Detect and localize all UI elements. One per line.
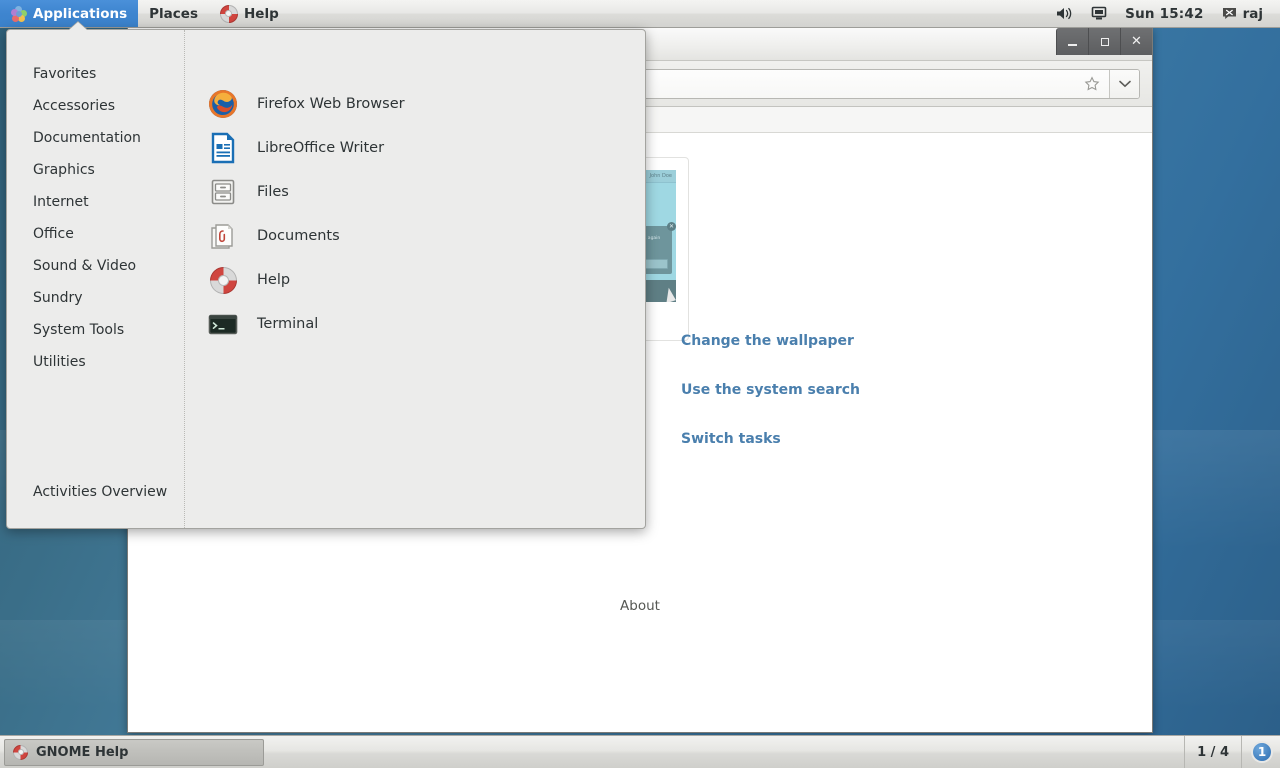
firefox-icon — [207, 88, 239, 120]
workspace-indicator[interactable]: 1 / 4 — [1184, 736, 1242, 768]
category-utilities[interactable]: Utilities — [7, 346, 184, 378]
files-cabinet-icon — [207, 176, 239, 208]
taskbar-item-gnome-help[interactable]: GNOME Help — [4, 739, 264, 766]
window-controls[interactable]: ✕ — [1056, 28, 1152, 55]
user-name: raj — [1243, 6, 1263, 22]
app-item-files[interactable]: Files — [195, 170, 645, 214]
app-item-firefox[interactable]: Firefox Web Browser — [195, 82, 645, 126]
bottom-taskbar[interactable]: GNOME Help 1 / 4 1 — [0, 735, 1280, 768]
close-icon: ✕ — [667, 222, 676, 231]
app-item-terminal[interactable]: Terminal — [195, 302, 645, 346]
app-item-label: Help — [257, 272, 290, 288]
life-ring-icon — [13, 745, 28, 760]
app-item-label: Firefox Web Browser — [257, 96, 405, 112]
speaker-icon — [1056, 6, 1073, 21]
user-menu[interactable]: raj — [1213, 0, 1272, 27]
category-internet[interactable]: Internet — [7, 186, 184, 218]
app-item-label: Files — [257, 184, 289, 200]
category-graphics[interactable]: Graphics — [7, 154, 184, 186]
app-item-libreoffice-writer[interactable]: LibreOffice Writer — [195, 126, 645, 170]
taskbar-right-area: 1 / 4 1 — [1184, 736, 1280, 768]
activities-overview-item[interactable]: Activities Overview — [7, 476, 184, 528]
maximize-button[interactable] — [1088, 28, 1120, 55]
gnome-foot-icon — [11, 6, 27, 22]
top-panel[interactable]: Applications Places Help — [0, 0, 1280, 28]
menu-applications-label: Applications — [33, 6, 127, 22]
app-item-label: Terminal — [257, 316, 318, 332]
category-system-tools[interactable]: System Tools — [7, 314, 184, 346]
life-ring-icon — [207, 264, 239, 296]
category-office[interactable]: Office — [7, 218, 184, 250]
panel-tray[interactable]: Sun 15:42 raj — [1047, 0, 1280, 27]
app-item-label: LibreOffice Writer — [257, 140, 384, 156]
category-accessories[interactable]: Accessories — [7, 90, 184, 122]
category-favorites[interactable]: Favorites — [7, 58, 184, 90]
category-sundry[interactable]: Sundry — [7, 282, 184, 314]
chevron-down-icon[interactable] — [1109, 70, 1139, 98]
star-icon[interactable] — [1075, 70, 1109, 98]
network-indicator[interactable] — [1082, 0, 1116, 27]
libreoffice-writer-icon — [207, 132, 239, 164]
minimize-button[interactable] — [1056, 28, 1088, 55]
category-sound-and-video[interactable]: Sound & Video — [7, 250, 184, 282]
documents-icon — [207, 220, 239, 252]
close-button[interactable]: ✕ — [1120, 28, 1152, 55]
taskbar-item-label: GNOME Help — [36, 745, 128, 760]
message-icon — [1222, 7, 1237, 20]
life-ring-icon — [220, 5, 238, 23]
link-switch-tasks[interactable]: Switch tasks — [681, 431, 949, 447]
menu-help-label: Help — [244, 6, 279, 22]
link-use-the-system-search[interactable]: Use the system search — [681, 382, 949, 398]
link-change-the-wallpaper[interactable]: Change the wallpaper — [681, 333, 949, 349]
applications-item-list[interactable]: Firefox Web Browser LibreOffice Writer — [185, 30, 645, 528]
category-documentation[interactable]: Documentation — [7, 122, 184, 154]
menu-places[interactable]: Places — [138, 0, 209, 27]
workspace-badge[interactable]: 1 — [1251, 741, 1273, 763]
network-icon — [1091, 6, 1107, 21]
app-item-label: Documents — [257, 228, 340, 244]
applications-category-list[interactable]: Favorites Accessories Documentation Grap… — [7, 30, 185, 528]
terminal-icon — [207, 308, 239, 340]
menu-help[interactable]: Help — [209, 0, 290, 27]
panel-clock[interactable]: Sun 15:42 — [1116, 0, 1212, 27]
menu-places-label: Places — [149, 6, 198, 22]
about-link[interactable]: About — [128, 598, 1152, 614]
volume-indicator[interactable] — [1047, 0, 1082, 27]
app-item-help[interactable]: Help — [195, 258, 645, 302]
applications-menu-popup[interactable]: Favorites Accessories Documentation Grap… — [6, 29, 646, 529]
app-item-documents[interactable]: Documents — [195, 214, 645, 258]
